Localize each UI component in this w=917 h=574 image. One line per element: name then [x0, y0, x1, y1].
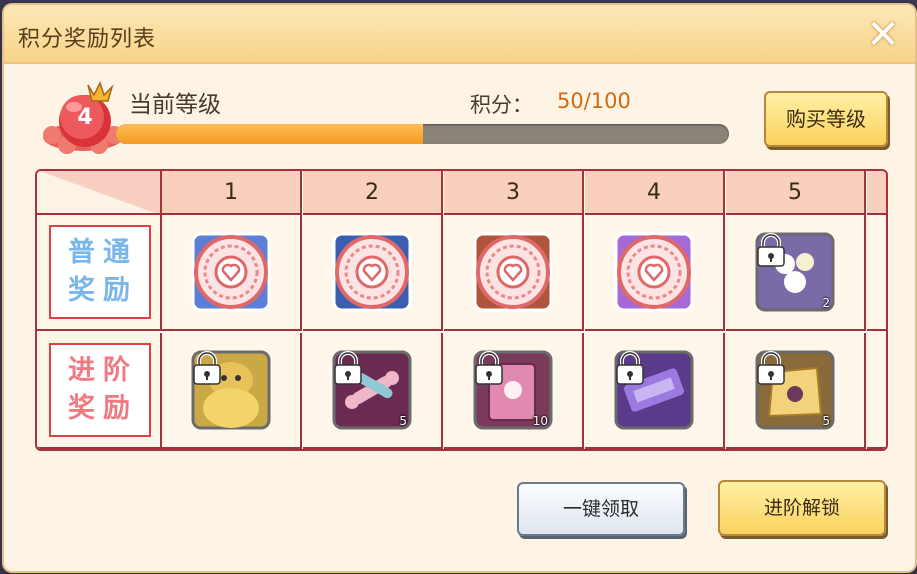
points-value: 50/100: [557, 89, 631, 113]
lock-icon: [334, 351, 362, 385]
panel-title: 积分奖励列表: [18, 27, 157, 52]
reward-cell: 5: [303, 333, 443, 449]
lock-icon: [757, 351, 785, 385]
unlock-advanced-button[interactable]: 进阶解锁: [718, 480, 886, 536]
reward-grid: 1 2 3 4 5 普通奖励 2 进阶奖励 5 10 5: [35, 169, 888, 451]
lock-icon: [757, 233, 785, 267]
reward-cell: [303, 215, 443, 331]
costume-reward-item[interactable]: [191, 350, 271, 430]
item-quantity: 10: [532, 414, 548, 428]
badge-reward-item[interactable]: [614, 232, 694, 312]
lock-icon: [475, 351, 503, 385]
column-header-4: 4: [585, 171, 725, 215]
reward-cell: 2: [726, 215, 866, 331]
reward-cell: 5: [726, 333, 866, 449]
reward-cell: [162, 215, 302, 331]
item-quantity: 5: [399, 414, 407, 428]
reward-cell-partial: [867, 333, 886, 449]
badge-reward-item[interactable]: [332, 232, 412, 312]
level-progress-bar: [116, 124, 729, 144]
row-header-advanced: 进阶奖励: [37, 333, 162, 449]
reward-cell-partial: [867, 215, 886, 331]
reward-panel: 积分奖励列表 ✕ 4 当前等级 积分： 50/100 购买等级 1 2 3 4 5 普通奖…: [4, 5, 915, 571]
current-level-label: 当前等级: [129, 92, 221, 118]
level-number: 4: [77, 105, 93, 130]
book-reward-item[interactable]: 10: [473, 350, 553, 430]
column-header-5: 5: [726, 171, 866, 215]
row-header-normal: 普通奖励: [37, 215, 162, 331]
reward-cell: [585, 333, 725, 449]
bone-reward-item[interactable]: 5: [332, 350, 412, 430]
column-header-3: 3: [444, 171, 584, 215]
reward-cell: [585, 215, 725, 331]
advanced-reward-label: 进阶奖励: [49, 343, 151, 437]
item-quantity: 2: [822, 296, 830, 310]
lock-icon: [616, 351, 644, 385]
claim-all-button[interactable]: 一键领取: [517, 482, 685, 536]
title-bar: 积分奖励列表 ✕: [4, 5, 915, 64]
item-quantity: 5: [822, 414, 830, 428]
close-icon[interactable]: ✕: [861, 13, 905, 57]
lock-icon: [193, 351, 221, 385]
flower-reward-item[interactable]: 2: [755, 232, 835, 312]
reward-cell: [444, 215, 584, 331]
badge-reward-item[interactable]: [473, 232, 553, 312]
level-progress-fill: [116, 124, 423, 144]
column-header-partial: [867, 171, 886, 215]
reward-cell: 10: [444, 333, 584, 449]
points-label: 积分：: [470, 93, 533, 117]
level-badge: 4: [42, 75, 124, 157]
buy-level-button[interactable]: 购买等级: [764, 91, 888, 147]
grid-corner: [37, 171, 162, 215]
column-header-1: 1: [162, 171, 302, 215]
bag-reward-item[interactable]: 5: [755, 350, 835, 430]
normal-reward-label: 普通奖励: [49, 225, 151, 319]
badge-reward-item[interactable]: [191, 232, 271, 312]
column-header-2: 2: [303, 171, 443, 215]
ticket-reward-item[interactable]: [614, 350, 694, 430]
reward-cell: [162, 333, 302, 449]
